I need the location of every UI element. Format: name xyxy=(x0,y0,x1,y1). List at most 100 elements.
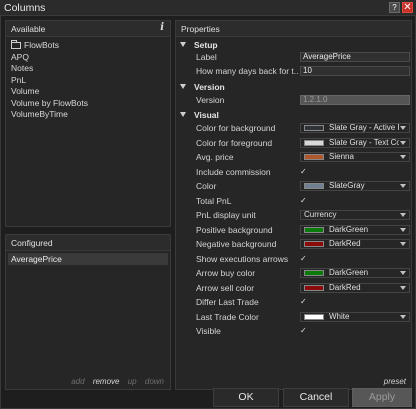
checkbox[interactable]: ✓ xyxy=(300,165,310,180)
collapse-arrow-icon xyxy=(180,84,186,89)
chevron-down-icon xyxy=(399,269,407,277)
label-input[interactable]: AveragePrice xyxy=(300,52,410,62)
color-dropdown[interactable]: Slate Gray - Text Colo xyxy=(300,137,410,148)
select-dropdown[interactable]: Currency xyxy=(300,210,410,220)
version-input: 1.2.1.0 xyxy=(300,95,410,105)
info-icon[interactable]: i xyxy=(160,22,164,33)
available-header: Available i xyxy=(6,21,170,37)
color-swatch xyxy=(304,226,324,233)
property-grid: Setup Label AveragePrice How many days b… xyxy=(176,37,411,339)
property-row: Last Trade Color White xyxy=(176,310,411,325)
list-item-apq[interactable]: APQ xyxy=(11,52,165,64)
color-swatch xyxy=(304,270,324,276)
chevron-down-icon xyxy=(399,225,407,234)
available-panel: Available i FlowBots APQ Notes PnL Volum… xyxy=(5,20,171,227)
property-label: Color xyxy=(196,181,217,191)
configured-title: Configured xyxy=(11,238,53,248)
chevron-down-icon xyxy=(399,153,407,161)
property-row: Positive background DarkGreen xyxy=(176,223,411,238)
color-dropdown[interactable]: DarkRed xyxy=(300,239,410,249)
color-dropdown[interactable]: Sienna xyxy=(300,152,410,162)
available-list: FlowBots APQ Notes PnL Volume Volume by … xyxy=(6,37,170,124)
available-title: Available xyxy=(11,24,46,34)
category-setup[interactable]: Setup xyxy=(176,39,411,51)
property-row-version: Version 1.2.1.0 xyxy=(176,93,411,107)
chevron-down-icon xyxy=(399,312,407,321)
property-row: Arrow buy color DarkGreen xyxy=(176,266,411,281)
property-label: How many days back for t... xyxy=(196,66,298,76)
color-dropdown[interactable]: DarkRed xyxy=(300,282,410,293)
color-swatch xyxy=(304,241,324,247)
dropdown-value: DarkRed xyxy=(329,282,361,292)
property-label: Avg. price xyxy=(196,152,234,162)
color-dropdown[interactable]: Slate Gray - Active Ba xyxy=(300,123,410,133)
chevron-down-icon xyxy=(399,124,407,132)
property-label: Visible xyxy=(196,326,221,336)
category-version[interactable]: Version xyxy=(176,81,411,93)
checkbox[interactable]: ✓ xyxy=(300,252,310,267)
collapse-arrow-icon xyxy=(180,112,186,117)
days-back-input[interactable]: 10 xyxy=(300,66,410,76)
property-row: Color for foreground Slate Gray - Text Co… xyxy=(176,136,411,151)
configured-header: Configured xyxy=(6,235,170,251)
list-item-notes[interactable]: Notes xyxy=(11,63,165,75)
down-link[interactable]: down xyxy=(145,377,164,386)
checkbox[interactable]: ✓ xyxy=(300,295,310,310)
property-row: Show executions arrows ✓ xyxy=(176,252,411,267)
cancel-button[interactable]: Cancel xyxy=(283,388,349,407)
property-label: Label xyxy=(196,52,217,62)
property-row-label: Label AveragePrice xyxy=(176,51,411,64)
chevron-down-icon xyxy=(399,283,407,292)
property-row: Arrow sell color DarkRed xyxy=(176,281,411,296)
property-label: Total PnL xyxy=(196,195,232,206)
list-item-flowbots[interactable]: FlowBots xyxy=(11,40,165,52)
color-swatch xyxy=(304,284,324,291)
configured-actions: add remove up down xyxy=(65,377,164,386)
property-row-days-back: How many days back for t... 10 xyxy=(176,64,411,79)
property-label: Last Trade Color xyxy=(196,311,259,322)
dropdown-value: DarkGreen xyxy=(329,268,369,277)
dropdown-value: Currency xyxy=(304,210,337,219)
title-bar: Columns ? ✕ xyxy=(0,0,416,16)
preset-link[interactable]: preset xyxy=(384,377,406,386)
property-label: Color for background xyxy=(196,123,276,133)
configured-item-averageprice[interactable]: AveragePrice xyxy=(8,253,168,265)
up-link[interactable]: up xyxy=(128,377,137,386)
checkbox[interactable]: ✓ xyxy=(300,194,310,209)
close-button[interactable]: ✕ xyxy=(402,2,413,13)
checkbox[interactable]: ✓ xyxy=(300,324,310,339)
property-label: PnL display unit xyxy=(196,210,256,220)
color-dropdown[interactable]: White xyxy=(300,311,410,322)
dropdown-value: DarkRed xyxy=(329,239,361,248)
remove-link[interactable]: remove xyxy=(93,377,120,386)
visual-rows: Color for background Slate Gray - Active … xyxy=(176,121,411,339)
dropdown-value: Slate Gray - Active Ba xyxy=(329,123,408,132)
properties-panel: Properties Setup Label AveragePrice How … xyxy=(175,20,412,390)
list-item-volume-by-flowbots[interactable]: Volume by FlowBots xyxy=(11,98,165,110)
add-link[interactable]: add xyxy=(71,377,84,386)
folder-icon xyxy=(11,40,21,49)
color-dropdown[interactable]: SlateGray xyxy=(300,181,410,191)
property-label: Show executions arrows xyxy=(196,253,289,264)
chevron-down-icon xyxy=(399,211,407,219)
color-swatch xyxy=(304,154,324,160)
dropdown-value: SlateGray xyxy=(329,181,365,190)
list-item-pnl[interactable]: PnL xyxy=(11,75,165,87)
property-label: Negative background xyxy=(196,239,277,249)
collapse-arrow-icon xyxy=(180,42,186,47)
color-dropdown[interactable]: DarkGreen xyxy=(300,224,410,235)
property-row: Negative background DarkRed xyxy=(176,237,411,252)
property-label: Arrow buy color xyxy=(196,268,256,278)
help-button[interactable]: ? xyxy=(389,2,400,13)
ok-button[interactable]: OK xyxy=(213,388,279,407)
property-label: Differ Last Trade xyxy=(196,297,259,307)
list-item-volumebytime[interactable]: VolumeByTime xyxy=(11,109,165,121)
property-row: Color for background Slate Gray - Active … xyxy=(176,121,411,136)
category-visual[interactable]: Visual xyxy=(176,109,411,121)
color-dropdown[interactable]: DarkGreen xyxy=(300,268,410,278)
property-row: Total PnL ✓ xyxy=(176,194,411,209)
property-label: Positive background xyxy=(196,224,273,235)
color-swatch xyxy=(304,313,324,320)
apply-button[interactable]: Apply xyxy=(352,388,412,407)
list-item-volume[interactable]: Volume xyxy=(11,86,165,98)
